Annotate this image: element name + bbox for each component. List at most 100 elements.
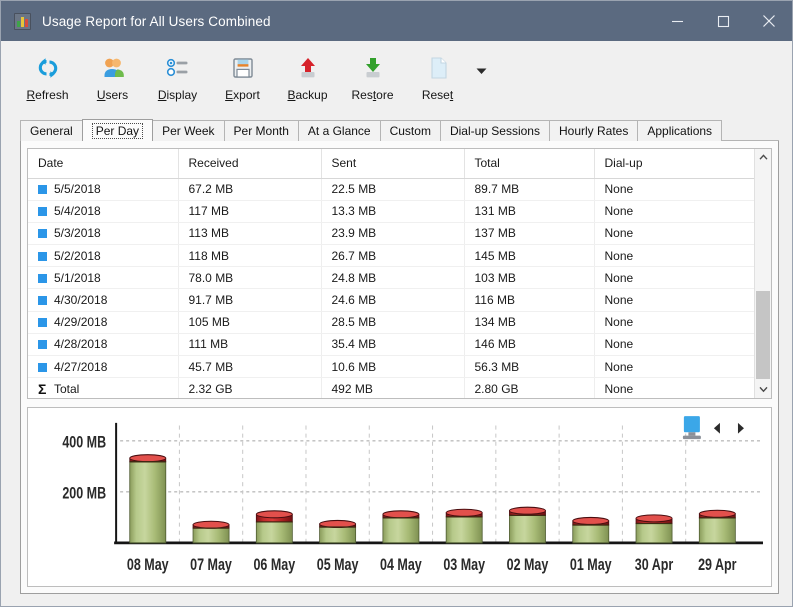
reset-button[interactable]: Reset [405, 47, 470, 109]
chevron-down-icon [476, 64, 487, 78]
chart-bar[interactable] [193, 521, 229, 543]
bar-top-cap [383, 511, 419, 518]
bar-top-cap [446, 509, 482, 516]
row-checkbox[interactable] [38, 318, 47, 327]
table-row[interactable]: 4/30/201891.7 MB24.6 MB116 MBNone [28, 289, 754, 311]
chart-bar[interactable] [320, 520, 356, 542]
cell-date-text: 4/28/2018 [54, 337, 107, 351]
export-label: Export [225, 88, 260, 102]
row-checkbox[interactable] [38, 274, 47, 283]
cell-dialup: None [594, 356, 754, 378]
cell-total: 131 MB [464, 200, 594, 222]
monitor-icon [684, 416, 700, 432]
row-checkbox[interactable] [38, 340, 47, 349]
table-row[interactable]: 5/5/201867.2 MB22.5 MB89.7 MBNone [28, 178, 754, 200]
export-button[interactable]: Export [210, 47, 275, 109]
x-axis-tick-label: 30 Apr [635, 556, 674, 574]
y-axis-tick-label: 200 MB [62, 485, 106, 503]
tab-per-week[interactable]: Per Week [152, 120, 224, 141]
chart-bar[interactable] [446, 509, 482, 543]
cell-received: 45.7 MB [178, 356, 321, 378]
row-checkbox[interactable] [38, 185, 47, 194]
scrollbar-track[interactable] [755, 166, 771, 381]
scroll-up-button[interactable] [755, 149, 771, 166]
cell-sent: 492 MB [321, 378, 464, 399]
cell-date: 4/27/2018 [28, 356, 178, 378]
bar-top-cap [193, 521, 229, 528]
minimize-button[interactable] [654, 1, 700, 41]
row-checkbox[interactable] [38, 363, 47, 372]
cell-received: 111 MB [178, 333, 321, 355]
x-axis-tick-label: 03 May [443, 556, 485, 574]
bar-segment-received [573, 525, 609, 543]
tab-applications[interactable]: Applications [637, 120, 722, 141]
cell-date: 4/29/2018 [28, 311, 178, 333]
column-header-total[interactable]: Total [464, 149, 594, 178]
maximize-button[interactable] [700, 1, 746, 41]
row-checkbox[interactable] [38, 229, 47, 238]
row-checkbox[interactable] [38, 252, 47, 261]
usage-bar-chart[interactable]: 400 MB200 MB08 May07 May06 May05 May04 M… [27, 407, 772, 587]
table-total-row[interactable]: ΣTotal2.32 GB492 MB2.80 GBNone [28, 378, 754, 399]
tab-at-a-glance[interactable]: At a Glance [298, 120, 381, 141]
table-row[interactable]: 5/1/201878.0 MB24.8 MB103 MBNone [28, 267, 754, 289]
display-button[interactable]: Display [145, 47, 210, 109]
cell-date: 5/4/2018 [28, 200, 178, 222]
chart-bar[interactable] [383, 511, 419, 543]
chart-bar[interactable] [636, 515, 672, 543]
table-row[interactable]: 5/4/2018117 MB13.3 MB131 MBNone [28, 200, 754, 222]
cell-sent: 26.7 MB [321, 245, 464, 267]
cell-date-text: 4/29/2018 [54, 315, 107, 329]
row-checkbox[interactable] [38, 207, 47, 216]
tab-per-month[interactable]: Per Month [224, 120, 299, 141]
backup-button[interactable]: Backup [275, 47, 340, 109]
column-header-dialup[interactable]: Dial-up [594, 149, 754, 178]
tab-general[interactable]: General [20, 120, 83, 141]
cell-sent: 28.5 MB [321, 311, 464, 333]
column-header-sent[interactable]: Sent [321, 149, 464, 178]
table-row[interactable]: 4/29/2018105 MB28.5 MB134 MBNone [28, 311, 754, 333]
app-window: Usage Report for All Users Combined [0, 0, 793, 607]
cell-dialup: None [594, 222, 754, 244]
toolbar: Refresh Users [1, 41, 792, 119]
tab-label: Per Month [234, 124, 289, 138]
usage-table: Date Received Sent Total Dial-up 5/5/201… [28, 149, 754, 398]
users-button[interactable]: Users [80, 47, 145, 109]
nav-left-arrow-icon[interactable] [714, 423, 720, 434]
toolbar-overflow-button[interactable] [470, 47, 492, 109]
tab-custom[interactable]: Custom [380, 120, 441, 141]
nav-right-arrow-icon[interactable] [738, 423, 744, 434]
scrollbar-thumb[interactable] [756, 291, 770, 379]
chart-bar[interactable] [509, 507, 545, 543]
cell-sent: 23.9 MB [321, 222, 464, 244]
table-row[interactable]: 4/27/201845.7 MB10.6 MB56.3 MBNone [28, 356, 754, 378]
chart-bar[interactable] [699, 510, 735, 543]
cell-total: 146 MB [464, 333, 594, 355]
scroll-down-button[interactable] [755, 381, 771, 398]
chart-bar[interactable] [573, 517, 609, 542]
bar-top-cap [636, 515, 672, 522]
tab-per-day[interactable]: Per Day [82, 119, 153, 141]
chart-bar[interactable] [256, 511, 292, 543]
restore-button[interactable]: Restore [340, 47, 405, 109]
column-header-date[interactable]: Date [28, 149, 178, 178]
table-row[interactable]: 5/3/2018113 MB23.9 MB137 MBNone [28, 222, 754, 244]
chart-bar[interactable] [130, 455, 166, 543]
table-row[interactable]: 4/28/2018111 MB35.4 MB146 MBNone [28, 333, 754, 355]
tab-dial-up-sessions[interactable]: Dial-up Sessions [440, 120, 550, 141]
column-header-received[interactable]: Received [178, 149, 321, 178]
chart-monitor-marker[interactable] [683, 416, 701, 439]
table-vertical-scrollbar[interactable] [754, 149, 771, 398]
cell-date: 5/3/2018 [28, 222, 178, 244]
table-row[interactable]: 5/2/2018118 MB26.7 MB145 MBNone [28, 245, 754, 267]
refresh-button[interactable]: Refresh [15, 47, 80, 109]
x-axis-tick-label: 01 May [570, 556, 612, 574]
restore-label: Restore [351, 88, 393, 102]
cell-total: 145 MB [464, 245, 594, 267]
backup-label: Backup [287, 88, 327, 102]
cell-received: 78.0 MB [178, 267, 321, 289]
row-checkbox[interactable] [38, 296, 47, 305]
close-button[interactable] [746, 1, 792, 41]
cell-total: 56.3 MB [464, 356, 594, 378]
tab-hourly-rates[interactable]: Hourly Rates [549, 120, 638, 141]
